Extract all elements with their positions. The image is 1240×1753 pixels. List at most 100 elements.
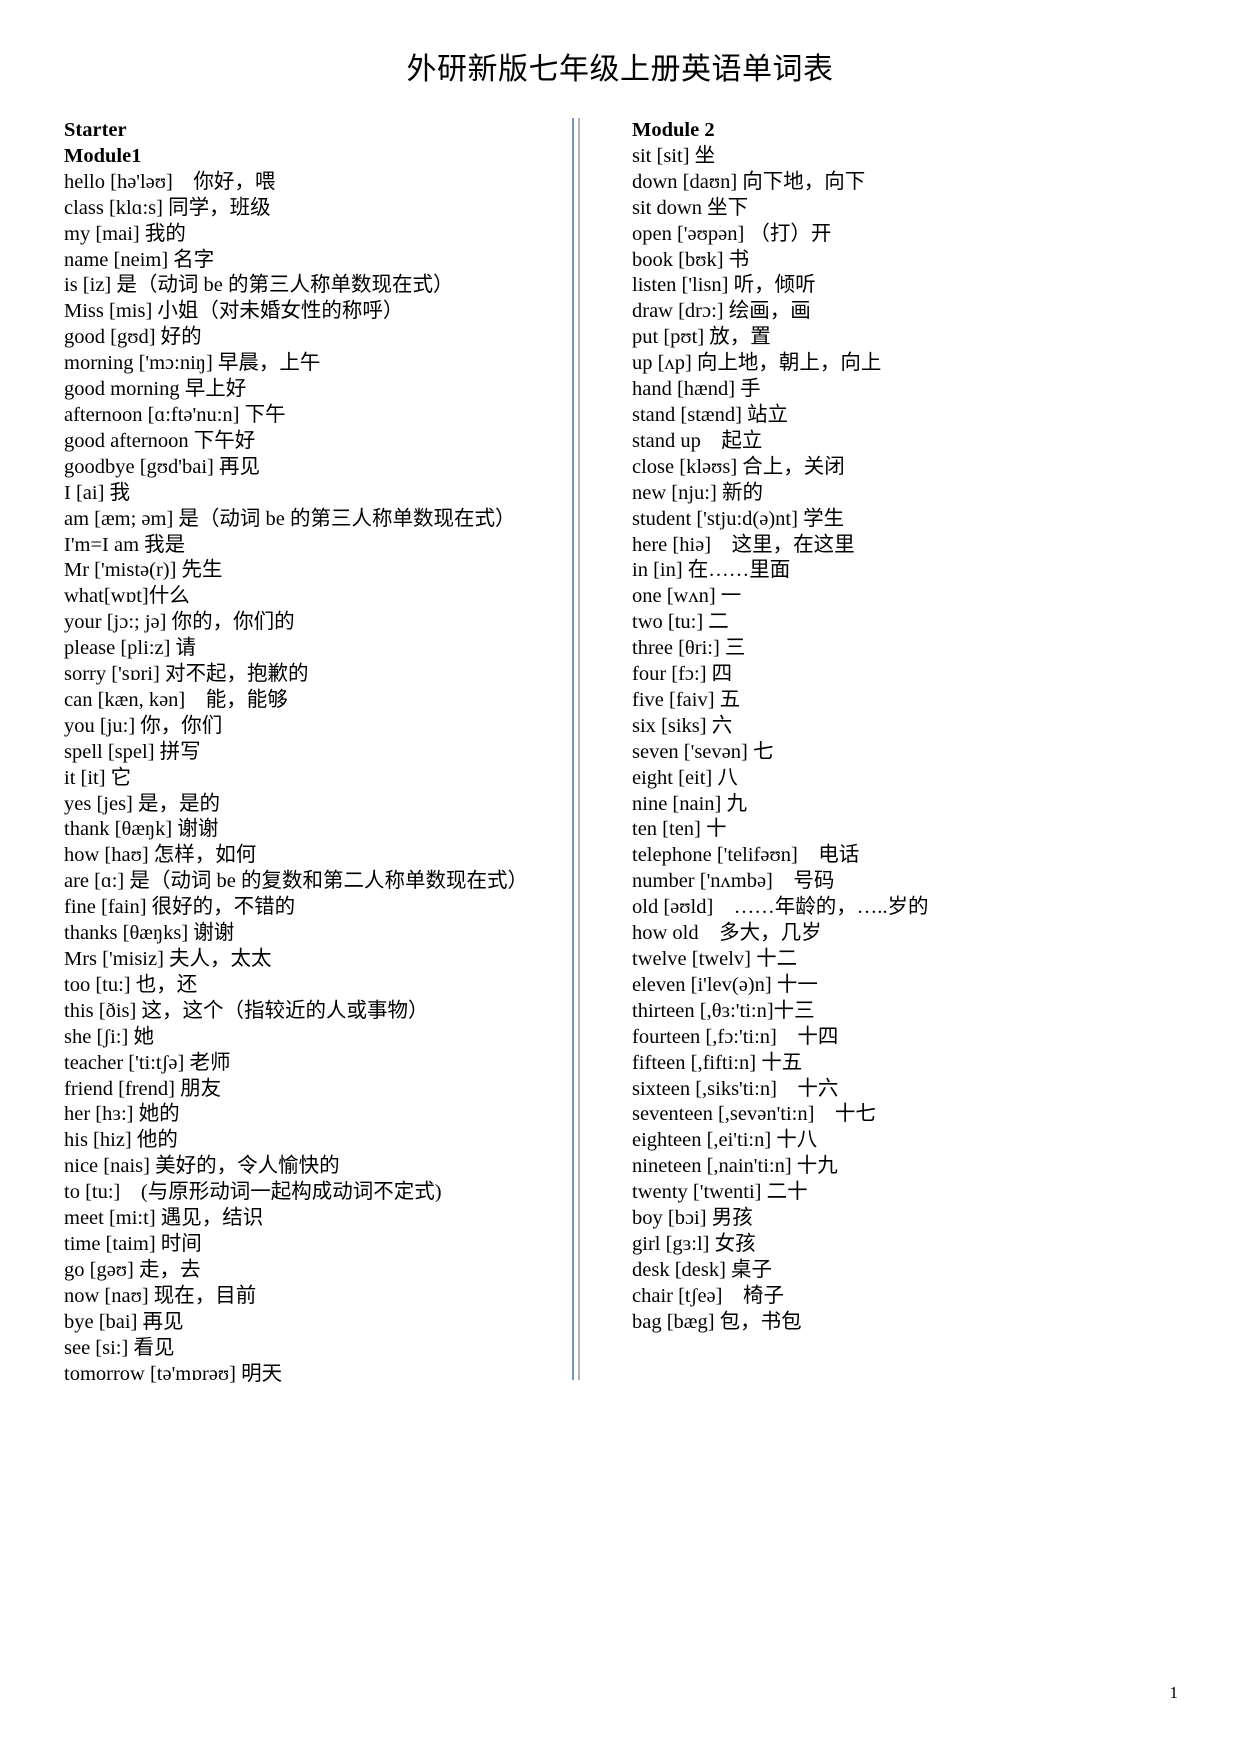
- vocabulary-entry-left-3: name [neim] 名字: [64, 248, 215, 271]
- vocabulary-entry-left-13: am [æm; əm] 是（动词 be 的第三人称单数现在式）: [64, 507, 516, 530]
- two-column-body: Starter Module1 hello [hə'ləʊ] 你好，喂 class…: [64, 118, 1174, 1387]
- vocabulary-entry-left-11: goodbye [gʊd'bai] 再见: [64, 455, 260, 478]
- vocabulary-entry-left-20: can [kæn, kən] 能，能够: [64, 688, 288, 711]
- vocabulary-entry-left-35: friend [frend] 朋友: [64, 1077, 222, 1100]
- vocabulary-entry-left-30: Mrs ['misiz] 夫人，太太: [64, 948, 272, 970]
- vocabulary-entry-left-1: class [klɑ:s] 同学，班级: [64, 196, 271, 219]
- right-column-entry-list: sit [sit] 坐 down [daʊn] 向下地，向下 sit down 坐下…: [632, 144, 1062, 1336]
- vocabulary-entry-right-24: eight [eit] 八: [632, 766, 738, 789]
- vocabulary-entry-right-40: twenty ['twenti] 二十: [632, 1181, 808, 1204]
- vocabulary-entry-left-9: afternoon [ɑ:ftə'nu:n] 下午: [64, 403, 286, 426]
- vocabulary-entry-left-10: good afternoon 下午好: [64, 429, 256, 452]
- vocabulary-entry-right-42: girl [gɜ:l] 女孩: [632, 1232, 756, 1255]
- vocabulary-entry-right-7: put [pʊt] 放，置: [632, 326, 771, 349]
- vocabulary-entry-right-11: stand up 起立: [632, 429, 763, 452]
- vocabulary-entry-right-44: chair [tʃeə] 椅子: [632, 1284, 784, 1307]
- vocabulary-entry-right-31: twelve [twelv] 十二: [632, 948, 798, 970]
- vocabulary-entry-left-46: tomorrow [tə'mɒrəʊ] 明天: [64, 1362, 283, 1385]
- vocabulary-entry-right-25: nine [nain] 九: [632, 792, 747, 815]
- vocabulary-entry-right-16: in [in] 在……里面: [632, 559, 791, 582]
- vocabulary-entry-left-36: her [hɜ:] 她的: [64, 1103, 180, 1126]
- vocabulary-entry-right-43: desk [desk] 桌子: [632, 1258, 773, 1281]
- vocabulary-entry-left-32: this [ðis] 这，这个（指较近的人或事物）: [64, 999, 429, 1022]
- vocabulary-entry-left-17: your [jɔ:; jə] 你的，你们的: [64, 611, 295, 634]
- vocabulary-entry-right-35: fifteen [,fifti:n] 十五: [632, 1051, 803, 1074]
- vocabulary-entry-right-15: here [hiə] 这里，在这里: [632, 533, 855, 556]
- vocabulary-entry-left-18: please [pli:z] 请: [64, 637, 197, 660]
- vocabulary-entry-left-37: his [hiz] 他的: [64, 1129, 178, 1152]
- vocabulary-entry-left-6: good [gʊd] 好的: [64, 326, 202, 349]
- vocabulary-entry-right-23: seven ['sevən] 七: [632, 740, 774, 763]
- vocabulary-entry-left-31: too [tu:] 也，还: [64, 973, 198, 996]
- left-column: Starter Module1 hello [hə'ləʊ] 你好，喂 class…: [64, 118, 528, 1388]
- vocabulary-entry-right-12: close [kləʊs] 合上，关闭: [632, 455, 845, 478]
- vocabulary-entry-right-28: number ['nʌmbə] 号码: [632, 870, 835, 893]
- vocabulary-entry-left-22: spell [spel] 拼写: [64, 740, 201, 763]
- vocabulary-entry-left-33: she [ʃi:] 她: [64, 1025, 154, 1048]
- vocabulary-entry-right-4: book [bʊk] 书: [632, 248, 750, 271]
- vocabulary-entry-right-0: sit [sit] 坐: [632, 144, 716, 167]
- vocabulary-entry-right-26: ten [ten] 十: [632, 818, 727, 841]
- vocabulary-entry-left-42: go [gəʊ] 走，去: [64, 1258, 201, 1281]
- vocabulary-entry-right-41: boy [bɔi] 男孩: [632, 1207, 753, 1230]
- vocabulary-entry-left-38: nice [nais] 美好的，令人愉快的: [64, 1155, 340, 1178]
- vocabulary-entry-right-8: up [ʌp] 向上地，朝上，向上: [632, 352, 882, 375]
- vocabulary-entry-left-2: my [mai] 我的: [64, 222, 186, 245]
- vocabulary-entry-right-30: how old 多大，几岁: [632, 922, 822, 945]
- vocabulary-entry-right-1: down [daʊn] 向下地，向下: [632, 170, 866, 193]
- vocabulary-entry-right-45: bag [bæg] 包，书包: [632, 1310, 802, 1333]
- divider-line-inner: [578, 118, 580, 1380]
- vocabulary-entry-right-34: fourteen [,fɔ:'ti:n] 十四: [632, 1025, 839, 1048]
- vocabulary-entry-left-19: sorry ['sɒri] 对不起，抱歉的: [64, 663, 309, 686]
- vocabulary-entry-right-33: thirteen [,θɜ:'ti:n]十三: [632, 999, 815, 1022]
- vocabulary-entry-left-15: Mr ['mistə(r)] 先生: [64, 559, 223, 582]
- vocabulary-entry-right-36: sixteen [,siks'ti:n] 十六: [632, 1077, 839, 1100]
- vocabulary-entry-right-18: two [tu:] 二: [632, 611, 729, 634]
- vocabulary-entry-left-43: now [naʊ] 现在，目前: [64, 1284, 257, 1307]
- vocabulary-entry-left-39: to [tu:] (与原形动词一起构成动词不定式): [64, 1181, 442, 1204]
- vocabulary-entry-left-40: meet [mi:t] 遇见，结识: [64, 1207, 264, 1230]
- vocabulary-entry-left-0: hello [hə'ləʊ] 你好，喂: [64, 170, 276, 193]
- vocabulary-entry-right-14: student ['stju:d(ə)nt] 学生: [632, 507, 845, 530]
- vocabulary-entry-right-17: one [wʌn] 一: [632, 585, 742, 608]
- vocabulary-entry-right-13: new [nju:] 新的: [632, 481, 763, 504]
- vocabulary-entry-left-23: it [it] 它: [64, 766, 132, 789]
- vocabulary-entry-right-22: six [siks] 六: [632, 714, 733, 737]
- vocabulary-entry-right-9: hand [hænd] 手: [632, 378, 761, 401]
- vocabulary-entry-left-24: yes [jes] 是，是的: [64, 792, 221, 815]
- vocabulary-entry-left-28: fine [fain] 很好的，不错的: [64, 896, 296, 919]
- vocabulary-entry-left-12: I [ai] 我: [64, 481, 131, 504]
- vocabulary-entry-right-20: four [fɔ:] 四: [632, 663, 733, 686]
- vocabulary-entry-right-19: three [θri:] 三: [632, 637, 746, 660]
- vocabulary-entry-right-27: telephone ['telifəʊn] 电话: [632, 844, 860, 867]
- vocabulary-entry-right-5: listen ['lisn] 听，倾听: [632, 274, 816, 297]
- vocabulary-entry-left-25: thank [θæŋk] 谢谢: [64, 818, 219, 841]
- vocabulary-entry-right-21: five [faiv] 五: [632, 688, 741, 711]
- vocabulary-entry-left-5: Miss [mis] 小姐（对未婚女性的称呼）: [64, 300, 404, 323]
- left-column-entry-list: hello [hə'ləʊ] 你好，喂 class [klɑ:s] 同学，班级 my…: [64, 170, 528, 1388]
- vocabulary-entry-left-4: is [iz] 是（动词 be 的第三人称单数现在式）: [64, 274, 454, 297]
- vocabulary-entry-right-32: eleven [i'lev(ə)n] 十一: [632, 973, 818, 996]
- page-title: 外研新版七年级上册英语单词表: [406, 53, 834, 86]
- divider-line-outer: [572, 118, 574, 1380]
- vocabulary-entry-left-41: time [taim] 时间: [64, 1232, 202, 1255]
- page-number: 1: [1169, 1683, 1179, 1702]
- vocabulary-entry-left-8: good morning 早上好: [64, 378, 247, 401]
- vocabulary-entry-left-34: teacher ['ti:tʃə] 老师: [64, 1051, 231, 1074]
- vocabulary-entry-left-16: what[wɒt]什么: [64, 585, 190, 608]
- vocabulary-entry-left-29: thanks [θæŋks] 谢谢: [64, 922, 235, 945]
- right-column: Module 2 sit [sit] 坐 down [daʊn] 向下地，向下 si…: [582, 118, 1062, 1336]
- vocabulary-entry-left-45: see [si:] 看见: [64, 1336, 175, 1359]
- right-column-heading-0: Module 2: [632, 119, 715, 141]
- vocabulary-entry-right-3: open ['əʊpən] （打）开: [632, 222, 832, 245]
- document-page: 外研新版七年级上册英语单词表 Starter Module1 hello [hə…: [0, 0, 1240, 1753]
- vocabulary-entry-right-6: draw [drɔ:] 绘画，画: [632, 300, 811, 323]
- vocabulary-entry-right-29: old [əʊld] ……年龄的，…..岁的: [632, 896, 929, 919]
- left-column-heading-1: Module1: [64, 144, 142, 167]
- vocabulary-entry-right-10: stand [stænd] 站立: [632, 403, 789, 426]
- vocabulary-entry-right-2: sit down 坐下: [632, 196, 749, 219]
- vocabulary-entry-left-21: you [ju:] 你，你们: [64, 714, 223, 737]
- vocabulary-entry-right-38: eighteen [,ei'ti:n] 十八: [632, 1129, 818, 1152]
- vocabulary-entry-right-37: seventeen [,sevən'ti:n] 十七: [632, 1103, 876, 1126]
- vocabulary-entry-right-39: nineteen [,nain'ti:n] 十九: [632, 1155, 838, 1178]
